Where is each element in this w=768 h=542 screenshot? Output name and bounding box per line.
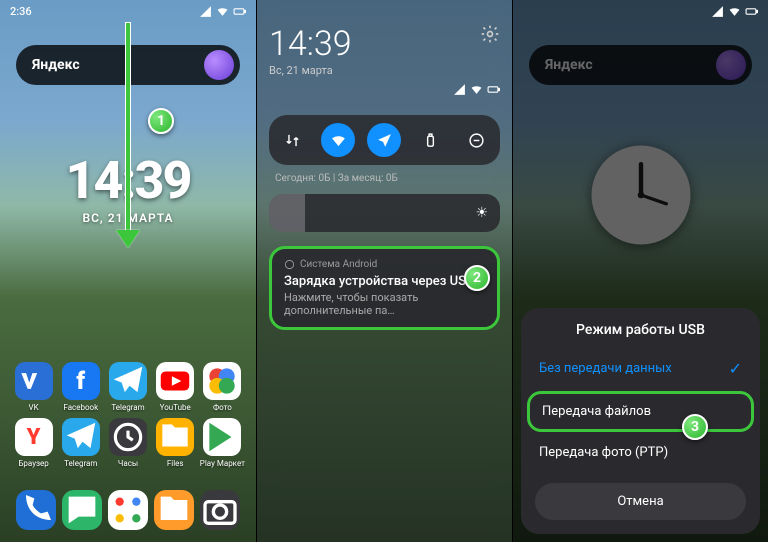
app-grid: VK f Facebook Telegram YouTube Фото Y Бр…: [0, 362, 256, 468]
alice-icon[interactable]: [204, 50, 234, 80]
status-bar: [513, 0, 768, 22]
toggle-wifi[interactable]: [321, 123, 355, 157]
usb-option-no-data[interactable]: Без передачи данных✓: [521, 346, 760, 391]
wifi-icon: [216, 5, 229, 18]
signal-icon: [453, 83, 466, 96]
shade-time: 14:39: [269, 24, 352, 64]
phone-usb-dialog: Яндекс Режим работы USB Без передачи дан…: [512, 0, 768, 542]
dock-camera[interactable]: [200, 490, 240, 530]
app-playstore[interactable]: Play Маркет: [199, 418, 246, 468]
status-icons: [199, 5, 246, 18]
wifi-icon: [728, 5, 741, 18]
sheet-title: Режим работы USB: [521, 322, 760, 338]
shade-status-icons: [269, 77, 500, 99]
step-badge-2: 2: [464, 265, 490, 291]
gear-icon[interactable]: [480, 24, 500, 44]
toggle-dnd[interactable]: [460, 123, 494, 157]
usb-notification[interactable]: Система Android Зарядка устройства через…: [269, 246, 500, 330]
signal-icon: [711, 5, 724, 18]
toggle-power[interactable]: [414, 123, 448, 157]
dock-appdrawer[interactable]: [108, 490, 148, 530]
brightness-slider[interactable]: ☀: [269, 194, 500, 232]
usb-mode-sheet: Режим работы USB Без передачи данных✓ Пе…: [521, 308, 760, 534]
app-telegram2[interactable]: Telegram: [57, 418, 104, 468]
phone-notification-shade: 14:39 Вс, 21 марта Сегодня: 0Б | За меся…: [256, 0, 512, 542]
app-clock[interactable]: Часы: [104, 418, 151, 468]
dock-filemanager[interactable]: [154, 490, 194, 530]
wifi-icon: [470, 83, 483, 96]
usb-option-file-transfer[interactable]: Передача файлов: [527, 391, 754, 432]
notification-title: Зарядка устройства через USB…: [284, 274, 485, 289]
data-usage: Сегодня: 0Б | За месяц: 0Б: [269, 173, 500, 184]
battery-icon: [233, 5, 246, 18]
phone-home: 2:36 Яндекс 14:39 ВС, 21 МАРТА 1 VK f Fa…: [0, 0, 256, 542]
status-time: 2:36: [10, 5, 32, 18]
battery-icon: [745, 5, 758, 18]
usb-option-ptp[interactable]: Передача фото (PTP): [521, 432, 760, 473]
android-icon: [284, 259, 295, 270]
notification-source: Система Android: [284, 259, 485, 270]
brightness-icon: ☀: [475, 205, 488, 221]
app-photos[interactable]: Фото: [199, 362, 246, 412]
status-bar: 2:36: [0, 0, 256, 22]
toggle-data[interactable]: [275, 123, 309, 157]
app-files[interactable]: Files: [152, 418, 199, 468]
app-youtube[interactable]: YouTube: [152, 362, 199, 412]
cancel-button[interactable]: Отмена: [535, 483, 746, 520]
signal-icon: [199, 5, 212, 18]
battery-icon: [487, 83, 500, 96]
dock: [0, 490, 256, 530]
shade-date: Вс, 21 марта: [269, 64, 352, 77]
notification-body: Нажмите, чтобы показать дополнительные п…: [284, 291, 485, 317]
check-icon: ✓: [729, 359, 742, 378]
step-badge-1: 1: [148, 108, 174, 134]
toggle-location[interactable]: [367, 123, 401, 157]
step-badge-3: 3: [682, 414, 708, 440]
app-vk[interactable]: VK: [10, 362, 57, 412]
dock-phone[interactable]: [16, 490, 56, 530]
app-browser[interactable]: Y Браузер: [10, 418, 57, 468]
dock-messages[interactable]: [62, 490, 102, 530]
quick-toggles: [269, 115, 500, 165]
search-label: Яндекс: [32, 57, 204, 73]
app-telegram[interactable]: Telegram: [104, 362, 151, 412]
app-facebook[interactable]: f Facebook: [57, 362, 104, 412]
